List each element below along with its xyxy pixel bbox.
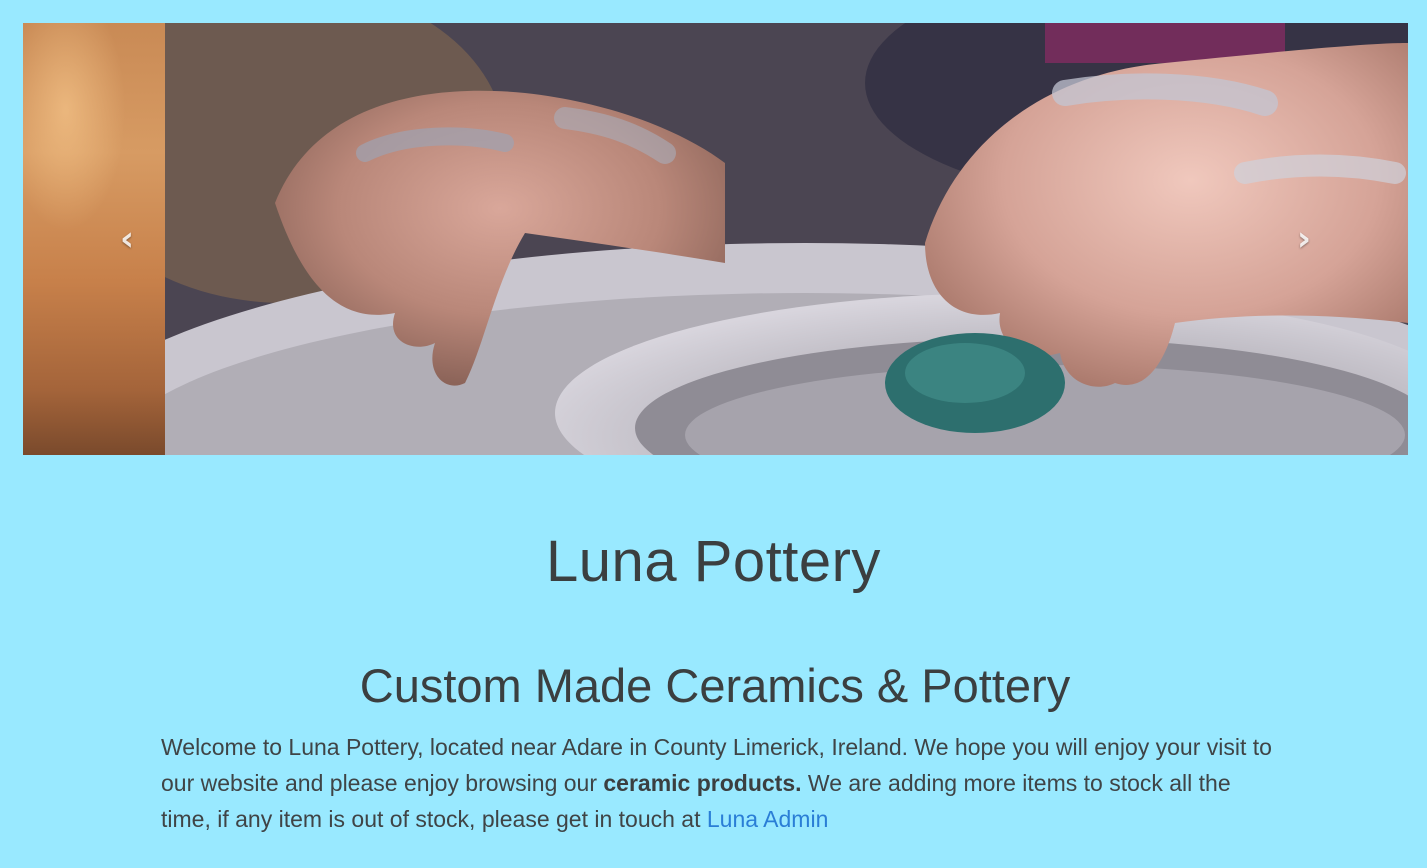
hero-carousel[interactable]: ‹ › xyxy=(23,23,1408,455)
intro-paragraph: Welcome to Luna Pottery, located near Ad… xyxy=(161,729,1276,837)
ceramic-products-link[interactable]: ceramic products. xyxy=(603,770,801,796)
carousel-prev-button[interactable]: ‹ xyxy=(107,219,147,259)
chevron-right-icon: › xyxy=(1296,219,1311,259)
chevron-left-icon: ‹ xyxy=(119,219,134,259)
carousel-next-button[interactable]: › xyxy=(1284,219,1324,259)
pottery-wheel-photo xyxy=(165,23,1408,455)
section-heading: Custom Made Ceramics & Pottery xyxy=(359,659,1071,712)
carousel-slide-pottery-wheel xyxy=(165,23,1408,455)
luna-admin-link[interactable]: Luna Admin xyxy=(707,806,828,832)
site-title: Luna Pottery xyxy=(546,529,881,594)
